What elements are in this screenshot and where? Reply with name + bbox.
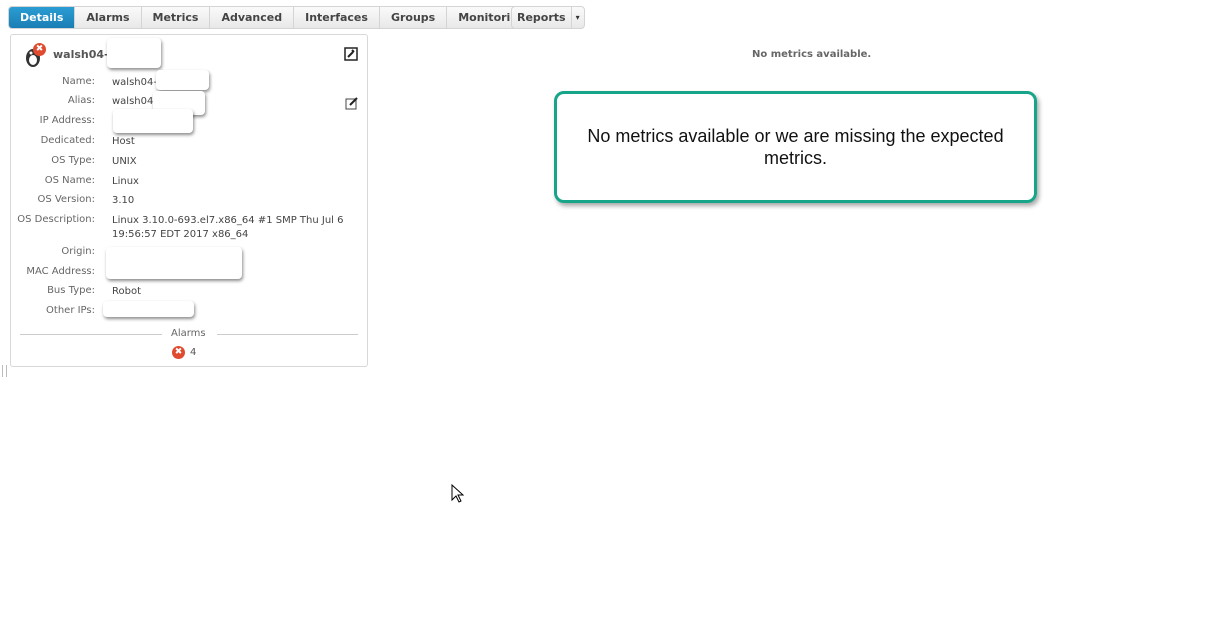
redaction [106, 247, 242, 279]
bus-type-label: Bus Type: [47, 285, 95, 296]
reports-label[interactable]: Reports [512, 7, 572, 28]
tab-alarms[interactable]: Alarms [75, 7, 142, 28]
resize-handle[interactable] [2, 365, 7, 377]
redaction [103, 301, 194, 317]
tab-advanced[interactable]: Advanced [210, 7, 295, 28]
bus-type-value: Robot [112, 286, 142, 297]
name-label: Name: [62, 76, 95, 87]
os-version-value: 3.10 [112, 195, 135, 206]
device-details-panel: ✖ walsh04- Name: walsh04- Alias: walsh04… [10, 34, 368, 367]
chevron-down-icon[interactable]: ▾ [572, 7, 584, 28]
divider [20, 334, 162, 335]
critical-alarm-icon: ✖ [172, 346, 185, 359]
maintenance-icon[interactable] [344, 47, 358, 61]
ip-address-label: IP Address: [39, 115, 95, 126]
os-description-label: OS Description: [17, 214, 95, 225]
divider [217, 334, 358, 335]
tab-interfaces[interactable]: Interfaces [294, 7, 380, 28]
redaction [113, 109, 193, 133]
dedicated-value: Host [112, 136, 135, 147]
os-name-label: OS Name: [44, 175, 95, 186]
tab-groups[interactable]: Groups [380, 7, 448, 28]
tab-metrics[interactable]: Metrics [142, 7, 211, 28]
critical-alarm-icon: ✖ [33, 43, 46, 56]
reports-dropdown[interactable]: Reports ▾ [511, 6, 585, 29]
mouse-cursor-icon [451, 484, 464, 503]
callout-text: No metrics available or we are missing t… [587, 126, 1004, 168]
os-type-value: UNIX [112, 156, 137, 167]
redaction [107, 38, 161, 68]
no-metrics-message: No metrics available. [752, 49, 872, 60]
device-title: walsh04- [53, 48, 109, 61]
os-version-label: OS Version: [37, 194, 95, 205]
os-type-label: OS Type: [51, 155, 95, 166]
alias-value: walsh04 [112, 96, 154, 107]
redaction [156, 70, 209, 90]
annotation-callout: No metrics available or we are missing t… [554, 91, 1037, 203]
name-value: walsh04- [112, 77, 157, 88]
alias-label: Alias: [67, 95, 95, 106]
dedicated-label: Dedicated: [40, 135, 95, 146]
tab-bar: Details Alarms Metrics Advanced Interfac… [8, 6, 539, 29]
mac-address-label: MAC Address: [26, 266, 95, 277]
alarms-heading: Alarms [171, 328, 206, 339]
os-description-value: Linux 3.10.0-693.el7.x86_64 #1 SMP Thu J… [112, 215, 344, 240]
other-ips-label: Other IPs: [46, 305, 95, 316]
os-name-value: Linux [112, 176, 139, 187]
alarm-count-link[interactable]: ✖ 4 [172, 346, 196, 359]
alarm-count: 4 [190, 347, 197, 358]
origin-label: Origin: [61, 246, 95, 257]
tab-details[interactable]: Details [9, 7, 76, 28]
